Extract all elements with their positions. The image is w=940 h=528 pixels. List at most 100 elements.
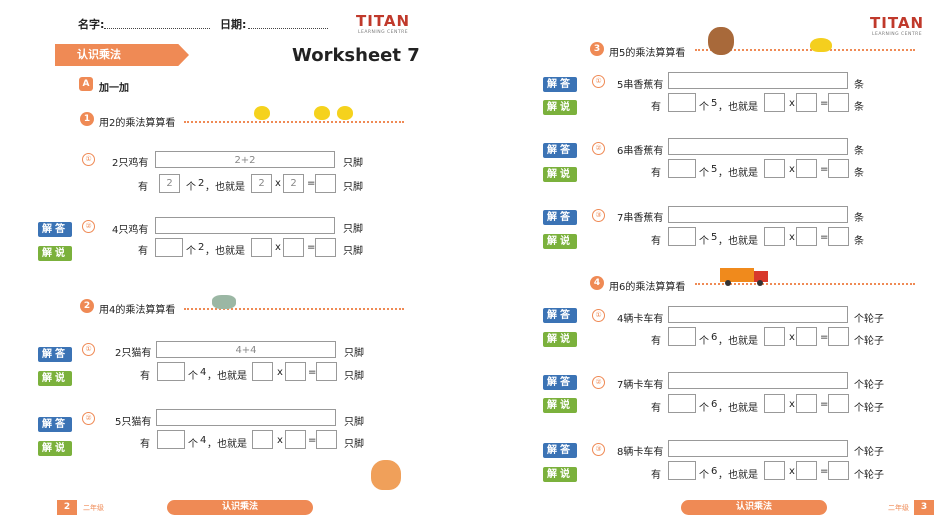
times-sign: x — [789, 98, 795, 109]
titan-logo: TITAN LEARNING CENTRE — [870, 14, 924, 37]
explain-button[interactable]: 解说 — [543, 332, 577, 347]
question-4-3-multiplier[interactable] — [796, 461, 817, 480]
question-3-1-product[interactable] — [828, 93, 849, 112]
question-1-2-multiplier[interactable] — [283, 238, 304, 257]
question-2-2-unit-2: 只脚 — [344, 439, 364, 450]
question-3-2-addition-box[interactable] — [668, 138, 848, 155]
question-4-1-unit: 个轮子 — [854, 314, 884, 325]
question-4-3-group-count[interactable] — [668, 461, 696, 480]
question-2-1-unit: 只脚 — [344, 348, 364, 359]
question-2-1-addition-box[interactable]: 4+4 — [156, 341, 336, 358]
question-3-3-addition-box[interactable] — [668, 206, 848, 223]
question-2-2-unit: 只脚 — [344, 417, 364, 428]
date-field[interactable] — [248, 28, 328, 29]
question-4-1-multiplier[interactable] — [796, 327, 817, 346]
question-1-1-multiplicand[interactable]: 2 — [251, 174, 272, 193]
question-3-2-unit-2: 条 — [854, 168, 864, 179]
answer-button[interactable]: 解答 — [38, 222, 72, 237]
ge-label: 个 — [699, 403, 709, 414]
factor-label: 5 — [711, 232, 718, 243]
question-2-1-product[interactable] — [316, 362, 337, 381]
explain-button[interactable]: 解说 — [543, 467, 577, 482]
question-4-3-addition-box[interactable] — [668, 440, 848, 457]
chick-icon — [314, 106, 330, 120]
answer-button[interactable]: 解答 — [543, 77, 577, 92]
ge-label: 个 — [186, 182, 196, 193]
ge-label: 个 — [699, 102, 709, 113]
explain-button[interactable]: 解说 — [38, 441, 72, 456]
question-4-3-unit-2: 个轮子 — [854, 470, 884, 481]
question-1-2-addition-box[interactable] — [155, 217, 335, 234]
question-3-2-multiplicand[interactable] — [764, 159, 785, 178]
question-2-1-group-count[interactable] — [157, 362, 185, 381]
question-4-2-multiplicand[interactable] — [764, 394, 785, 413]
question-4-1-group-count[interactable] — [668, 327, 696, 346]
name-field[interactable] — [104, 28, 210, 29]
question-3-3-unit-2: 条 — [854, 236, 864, 247]
question-4-2-product[interactable] — [828, 394, 849, 413]
question-1-1-multiplier[interactable]: 2 — [283, 174, 304, 193]
question-3-1-group-count[interactable] — [668, 93, 696, 112]
question-2-2-multiplicand[interactable] — [252, 430, 273, 449]
have-label: 有 — [651, 102, 661, 113]
explain-button[interactable]: 解说 — [543, 167, 577, 182]
question-2-2-group-count[interactable] — [157, 430, 185, 449]
also-label: ，也就是 — [718, 236, 758, 247]
question-4-2-text: 7辆卡车有 — [617, 380, 664, 391]
answer-button[interactable]: 解答 — [543, 443, 577, 458]
question-1-1-text: 2只鸡有 — [112, 158, 149, 169]
question-4-2-unit: 个轮子 — [854, 380, 884, 391]
question-1-1-product[interactable] — [315, 174, 336, 193]
question-3-3-product[interactable] — [828, 227, 849, 246]
question-3-3-multiplicand[interactable] — [764, 227, 785, 246]
question-3-2-group-count[interactable] — [668, 159, 696, 178]
question-1-1-addition-box[interactable]: 2+2 — [155, 151, 335, 168]
titan-logo: TITAN LEARNING CENTRE — [356, 12, 410, 35]
question-2-1-multiplicand[interactable] — [252, 362, 273, 381]
question-1-1-group-count[interactable]: 2 — [159, 174, 180, 193]
question-4-1-number: ① — [592, 309, 605, 322]
explain-button[interactable]: 解说 — [38, 246, 72, 261]
question-2-1-unit-2: 只脚 — [344, 371, 364, 382]
part-title: 加一加 — [99, 83, 129, 94]
question-4-3-product[interactable] — [828, 461, 849, 480]
question-4-1-product[interactable] — [828, 327, 849, 346]
times-sign: x — [789, 466, 795, 477]
question-1-2-group-count[interactable] — [155, 238, 183, 257]
chick-icon — [337, 106, 353, 120]
question-2-2-addition-box[interactable] — [156, 409, 336, 426]
question-4-2-addition-box[interactable] — [668, 372, 848, 389]
answer-button[interactable]: 解答 — [543, 143, 577, 158]
factor-label: 2 — [198, 242, 205, 253]
question-4-1-multiplicand[interactable] — [764, 327, 785, 346]
question-3-1-multiplier[interactable] — [796, 93, 817, 112]
name-label: 名字: — [78, 18, 105, 31]
question-2-2-product[interactable] — [316, 430, 337, 449]
question-1-2-product[interactable] — [315, 238, 336, 257]
answer-button[interactable]: 解答 — [543, 210, 577, 225]
answer-button[interactable]: 解答 — [543, 375, 577, 390]
explain-button[interactable]: 解说 — [38, 371, 72, 386]
answer-button[interactable]: 解答 — [543, 308, 577, 323]
answer-button[interactable]: 解答 — [38, 347, 72, 362]
question-3-2-multiplier[interactable] — [796, 159, 817, 178]
explain-button[interactable]: 解说 — [543, 100, 577, 115]
question-3-1-multiplicand[interactable] — [764, 93, 785, 112]
question-1-2-multiplicand[interactable] — [251, 238, 272, 257]
question-3-2-unit: 条 — [854, 146, 864, 157]
question-4-1-addition-box[interactable] — [668, 306, 848, 323]
explain-button[interactable]: 解说 — [543, 234, 577, 249]
section-3-title: 用5的乘法算算看 — [609, 48, 686, 59]
question-2-1-multiplier[interactable] — [285, 362, 306, 381]
question-3-3-group-count[interactable] — [668, 227, 696, 246]
times-sign: x — [277, 367, 283, 378]
explain-button[interactable]: 解说 — [543, 398, 577, 413]
question-4-2-group-count[interactable] — [668, 394, 696, 413]
question-4-3-multiplicand[interactable] — [764, 461, 785, 480]
question-3-3-multiplier[interactable] — [796, 227, 817, 246]
question-4-2-multiplier[interactable] — [796, 394, 817, 413]
question-3-2-product[interactable] — [828, 159, 849, 178]
question-2-2-multiplier[interactable] — [285, 430, 306, 449]
question-3-1-addition-box[interactable] — [668, 72, 848, 89]
answer-button[interactable]: 解答 — [38, 417, 72, 432]
